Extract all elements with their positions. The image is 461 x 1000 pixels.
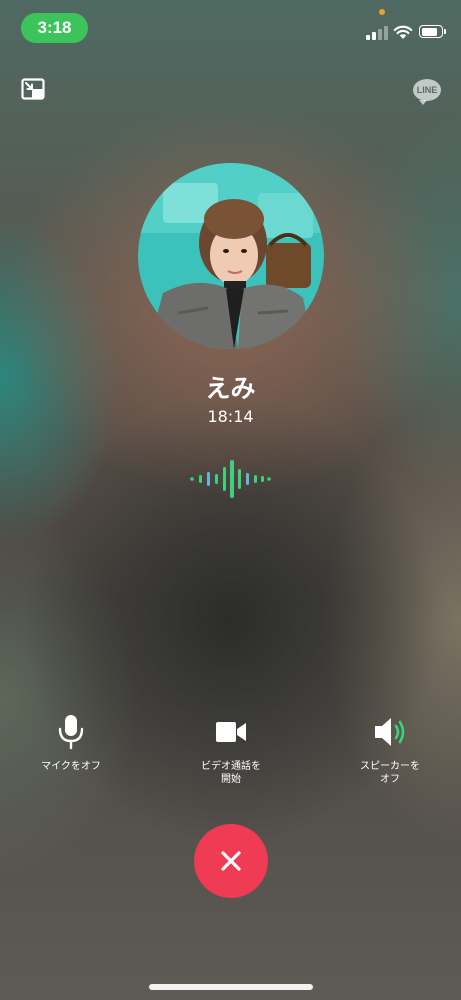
line-logo-badge: LINE [413, 79, 441, 105]
close-icon [221, 851, 241, 871]
call-screen: 3:18 LINE えみ 18:14 マイクをオフ ビデオ通話を 開始 スピーカ… [0, 0, 461, 1000]
privacy-indicator-dot [379, 9, 385, 15]
line-logo-text: LINE [416, 85, 438, 95]
start-video-button-label: ビデオ通話を 開始 [201, 761, 261, 785]
battery-icon [419, 25, 446, 38]
wifi-icon [393, 25, 413, 39]
picture-in-picture-icon[interactable] [21, 78, 47, 102]
home-indicator[interactable] [149, 984, 313, 990]
mute-button-label: マイクをオフ [41, 761, 101, 772]
speaker-button[interactable]: スピーカーを オフ [330, 714, 450, 786]
end-call-button[interactable] [194, 824, 268, 898]
cellular-signal-icon [366, 24, 388, 40]
call-duration: 18:14 [207, 407, 254, 426]
voice-activity-waveform [190, 460, 271, 498]
status-time-pill[interactable]: 3:18 [21, 13, 88, 43]
avatar [138, 163, 324, 349]
video-camera-icon [216, 722, 246, 742]
start-video-button[interactable]: ビデオ通話を 開始 [171, 714, 291, 786]
caller-name: えみ [205, 374, 256, 403]
status-time: 3:18 [37, 18, 72, 37]
speaker-button-label: スピーカーを オフ [360, 761, 420, 785]
microphone-icon [58, 715, 84, 750]
speaker-on-icon [375, 718, 405, 746]
mute-button[interactable]: マイクをオフ [11, 714, 131, 773]
